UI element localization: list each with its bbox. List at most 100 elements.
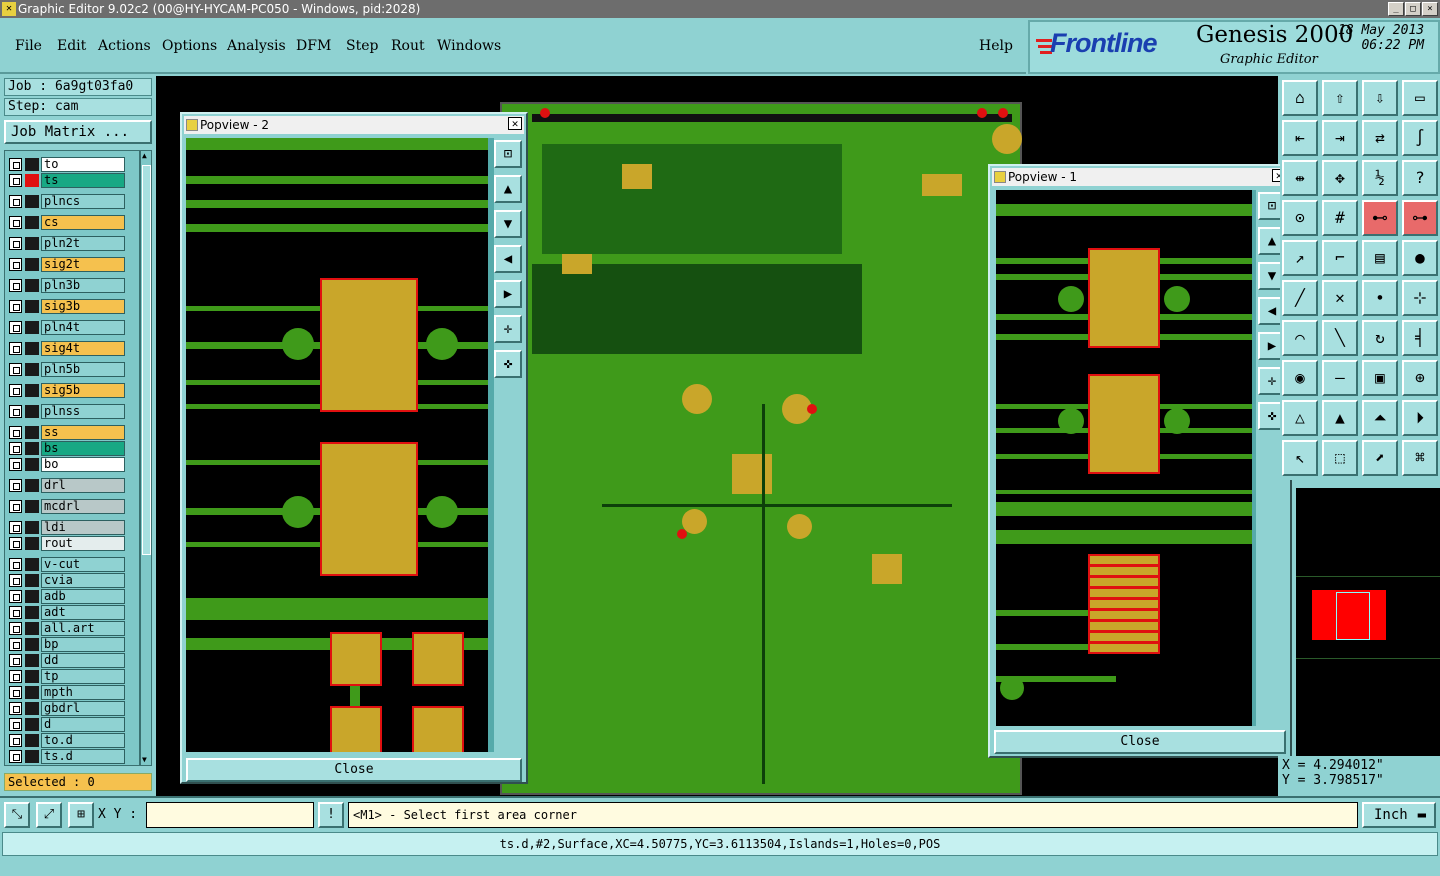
layer-name[interactable]: ts	[41, 173, 125, 188]
layer-down-icon[interactable]: ⇩	[1362, 80, 1398, 116]
layer-name[interactable]: ss	[41, 425, 125, 440]
layer-checkbox[interactable]	[9, 750, 22, 763]
layer-row-plnss[interactable]: plnss	[7, 404, 139, 419]
layer-checkbox[interactable]	[9, 500, 22, 513]
overview-minimap[interactable]	[1296, 488, 1440, 756]
layer-row-dd[interactable]: dd	[7, 653, 139, 668]
layer-checkbox[interactable]	[9, 216, 22, 229]
layer-checkbox[interactable]	[9, 158, 22, 171]
layer-row-tp[interactable]: tp	[7, 669, 139, 684]
net-red-icon[interactable]: ⊶	[1402, 200, 1438, 236]
box-icon[interactable]: ▣	[1362, 360, 1398, 396]
layer-checkbox[interactable]	[9, 458, 22, 471]
layer-row-sig4t[interactable]: sig4t	[7, 341, 139, 356]
minimize-button[interactable]: _	[1388, 2, 1404, 16]
pan-icon[interactable]: ⤡	[4, 802, 30, 828]
layer-checkbox[interactable]	[9, 363, 22, 376]
layer-row-ss[interactable]: ss	[7, 425, 139, 440]
layer-row-bo[interactable]: bo	[7, 457, 139, 472]
popview-2-zoom-in-icon[interactable]: ✛	[494, 315, 522, 343]
layer-name[interactable]: ts.d	[41, 749, 125, 764]
layer-checkbox[interactable]	[9, 426, 22, 439]
layer-checkbox[interactable]	[9, 279, 22, 292]
layer-row-pln2t[interactable]: pln2t	[7, 236, 139, 251]
layer-row-drl[interactable]: drl	[7, 478, 139, 493]
point-icon[interactable]: ∙	[1362, 280, 1398, 316]
layer-name[interactable]: drl	[41, 478, 125, 493]
layer-checkbox[interactable]	[9, 479, 22, 492]
layer-row-ldi[interactable]: ldi	[7, 520, 139, 535]
layer-checkbox[interactable]	[9, 521, 22, 534]
layer-name[interactable]: tp	[41, 669, 125, 684]
ruler-icon[interactable]: ▤	[1362, 240, 1398, 276]
layer-row-bs[interactable]: bs	[7, 441, 139, 456]
layer-name[interactable]: adb	[41, 589, 125, 604]
layer-name[interactable]: gbdrl	[41, 701, 125, 716]
menu-help[interactable]: Help	[979, 38, 1013, 54]
grid-icon[interactable]: ⊞	[68, 802, 94, 828]
layer-row-to[interactable]: to	[7, 157, 139, 172]
layer-row-adb[interactable]: adb	[7, 589, 139, 604]
arc-cw-icon[interactable]: ↻	[1362, 320, 1398, 356]
select-box-icon[interactable]: ⬚	[1322, 440, 1358, 476]
layer-name[interactable]: ldi	[41, 520, 125, 535]
layer-checkbox[interactable]	[9, 670, 22, 683]
layer-checkbox[interactable]	[9, 574, 22, 587]
layer-name[interactable]: adt	[41, 605, 125, 620]
layer-row-cs[interactable]: cs	[7, 215, 139, 230]
job-matrix-button[interactable]: Job Matrix ...	[4, 120, 152, 144]
layer-checkbox[interactable]	[9, 174, 22, 187]
select-icon[interactable]: ↖	[1282, 440, 1318, 476]
layer-row-d[interactable]: d	[7, 717, 139, 732]
layer-row-rout[interactable]: rout	[7, 536, 139, 551]
unit-selector[interactable]: Inch ▬	[1362, 802, 1436, 828]
layer-row-pln3b[interactable]: pln3b	[7, 278, 139, 293]
layer-checkbox[interactable]	[9, 702, 22, 715]
tri-edit-icon[interactable]: ⏶	[1362, 400, 1398, 436]
menu-windows[interactable]: Windows	[437, 38, 501, 54]
popview-2-close-icon[interactable]: ✕	[508, 117, 522, 130]
popview-2-pan-right-icon[interactable]: ▶	[494, 280, 522, 308]
edit-arrow-icon[interactable]: ↗	[1282, 240, 1318, 276]
layer-checkbox[interactable]	[9, 686, 22, 699]
layer-name[interactable]: mcdrl	[41, 499, 125, 514]
layer-name[interactable]: pln3b	[41, 278, 125, 293]
line-icon[interactable]: ╲	[1322, 320, 1358, 356]
popview-2-close-button[interactable]: Close	[186, 758, 522, 782]
menu-actions[interactable]: Actions	[98, 38, 151, 54]
snap-icon[interactable]: ⊙	[1282, 200, 1318, 236]
close-window-button[interactable]: ×	[1422, 2, 1438, 16]
layer-checkbox[interactable]	[9, 734, 22, 747]
layer-name[interactable]: plnss	[41, 404, 125, 419]
arc-icon[interactable]: ⌒	[1282, 320, 1318, 356]
tri-red-icon[interactable]: ⏵	[1402, 400, 1438, 436]
layer-up-icon[interactable]: ⇧	[1322, 80, 1358, 116]
layer-row-mcdrl[interactable]: mcdrl	[7, 499, 139, 514]
layer-checkbox[interactable]	[9, 718, 22, 731]
popview-2-zoom-out-icon[interactable]: ✜	[494, 350, 522, 378]
layer-checkbox[interactable]	[9, 442, 22, 455]
layer-checkbox[interactable]	[9, 405, 22, 418]
layer-row-sig3b[interactable]: sig3b	[7, 299, 139, 314]
pt-add-icon[interactable]: ⊹	[1402, 280, 1438, 316]
menu-rout[interactable]: Rout	[391, 38, 425, 54]
layer-row-gbdrl[interactable]: gbdrl	[7, 701, 139, 716]
popview-2-titlebar[interactable]: Popview - 2	[184, 116, 524, 134]
layer-row-sig2t[interactable]: sig2t	[7, 257, 139, 272]
layer-name[interactable]: cvia	[41, 573, 125, 588]
popview-2-pan-down-icon[interactable]: ▼	[494, 210, 522, 238]
layer-checkbox[interactable]	[9, 195, 22, 208]
popview-1-view[interactable]	[996, 190, 1252, 726]
popview-2-pan-up-icon[interactable]: ▲	[494, 175, 522, 203]
layer-name[interactable]: bp	[41, 637, 125, 652]
layer-name[interactable]: sig5b	[41, 383, 125, 398]
layer-name[interactable]: bs	[41, 441, 125, 456]
layer-row-pln4t[interactable]: pln4t	[7, 320, 139, 335]
layer-list-scrollbar[interactable]: ▲ ▼	[140, 150, 152, 766]
layer-name[interactable]: plncs	[41, 194, 125, 209]
help-icon[interactable]: ?	[1402, 160, 1438, 196]
layer-checkbox[interactable]	[9, 638, 22, 651]
scale-icon[interactable]: ½	[1362, 160, 1398, 196]
layer-row-all.art[interactable]: all.art	[7, 621, 139, 636]
layer-checkbox[interactable]	[9, 342, 22, 355]
